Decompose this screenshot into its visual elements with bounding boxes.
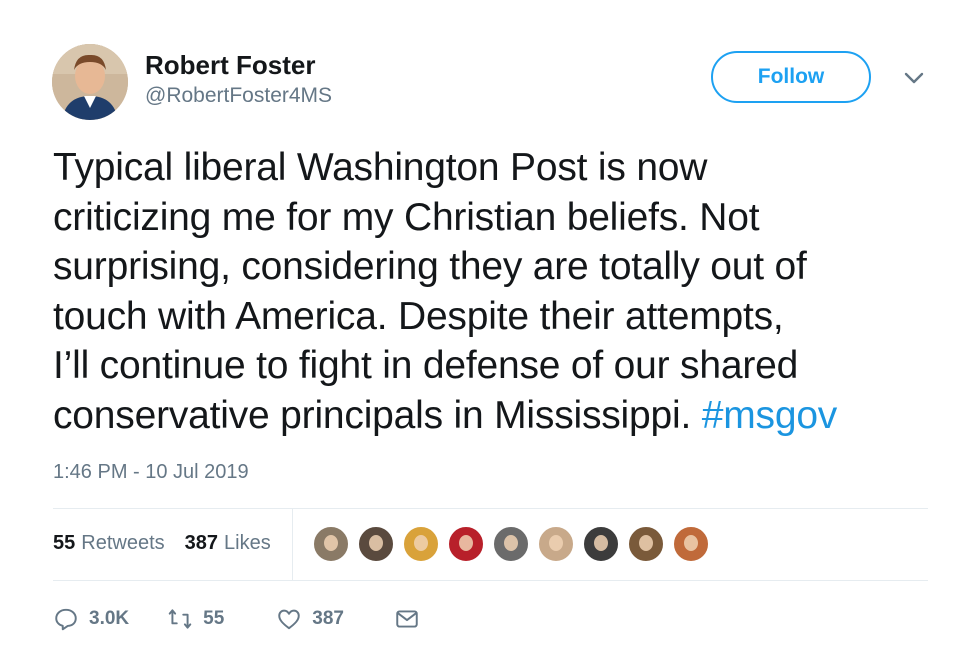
tweet-text: Typical liberal Washington Post is now c… (53, 143, 953, 440)
liker-avatars (312, 524, 717, 564)
likes-label: Likes (224, 531, 271, 554)
retweets-stat[interactable]: 55 Retweets (53, 532, 165, 555)
divider (53, 508, 928, 509)
retweet-count: 55 (203, 608, 225, 629)
liker-avatar-face (594, 535, 608, 551)
stats-divider (292, 508, 293, 580)
tweet-line: criticizing me for my Christian beliefs.… (53, 195, 760, 239)
liker-avatar[interactable] (672, 525, 710, 563)
liker-avatar-face (639, 535, 653, 551)
liker-avatar-face (369, 535, 383, 551)
author-name[interactable]: Robert Foster (145, 50, 315, 81)
hashtag-link[interactable]: #msgov (702, 394, 838, 437)
liker-avatar-face (549, 535, 563, 551)
tweet-line-text: conservative principals in Mississippi. (53, 393, 702, 437)
liker-avatar[interactable] (357, 525, 395, 563)
tweet-stats: 55 Retweets 387 Likes (53, 528, 291, 558)
liker-avatar[interactable] (537, 525, 575, 563)
tweet-line: Typical liberal Washington Post is now (53, 146, 708, 189)
liker-avatar[interactable] (447, 525, 485, 563)
liker-avatar-face (684, 535, 698, 551)
author-avatar[interactable] (52, 44, 128, 120)
direct-message-button[interactable] (394, 606, 430, 632)
retweet-icon (168, 609, 192, 629)
likes-count: 387 (184, 531, 218, 554)
liker-avatar[interactable] (402, 525, 440, 563)
likes-stat[interactable]: 387 Likes (185, 532, 271, 555)
tweet-timestamp[interactable]: 1:46 PM - 10 Jul 2019 (53, 461, 249, 484)
heart-icon (278, 609, 301, 630)
like-button[interactable]: 387 (276, 606, 344, 632)
liker-avatar-face (324, 535, 338, 551)
reply-button[interactable]: 3.0K (53, 606, 129, 632)
liker-avatar-face (414, 535, 428, 551)
author-handle[interactable]: @RobertFoster4MS (145, 84, 332, 108)
like-count: 387 (312, 608, 344, 629)
liker-avatar-face (459, 535, 473, 551)
liker-avatar[interactable] (627, 525, 665, 563)
retweets-label: Retweets (81, 531, 165, 554)
retweets-count: 55 (53, 531, 76, 554)
follow-button-label: Follow (757, 65, 825, 88)
direct-message-icon (396, 610, 418, 628)
tweet-line: touch with America. Despite their attemp… (53, 294, 784, 338)
liker-avatar[interactable] (312, 525, 350, 563)
chevron-down-icon[interactable] (902, 68, 926, 88)
tweet-line-last: conservative principals in Mississippi. … (53, 391, 953, 441)
retweet-button[interactable]: 55 (167, 606, 224, 632)
tweet-actions: 3.0K 55 387 (53, 603, 430, 635)
liker-avatar[interactable] (492, 525, 530, 563)
divider (53, 580, 928, 581)
avatar-image (52, 44, 128, 120)
follow-button[interactable]: Follow (711, 51, 871, 103)
liker-avatar-face (504, 535, 518, 551)
liker-avatar[interactable] (582, 525, 620, 563)
tweet-line: surprising, considering they are totally… (53, 245, 807, 288)
reply-icon (55, 608, 77, 631)
reply-count: 3.0K (89, 608, 130, 629)
tweet-line: I’ll continue to fight in defense of our… (53, 344, 799, 387)
